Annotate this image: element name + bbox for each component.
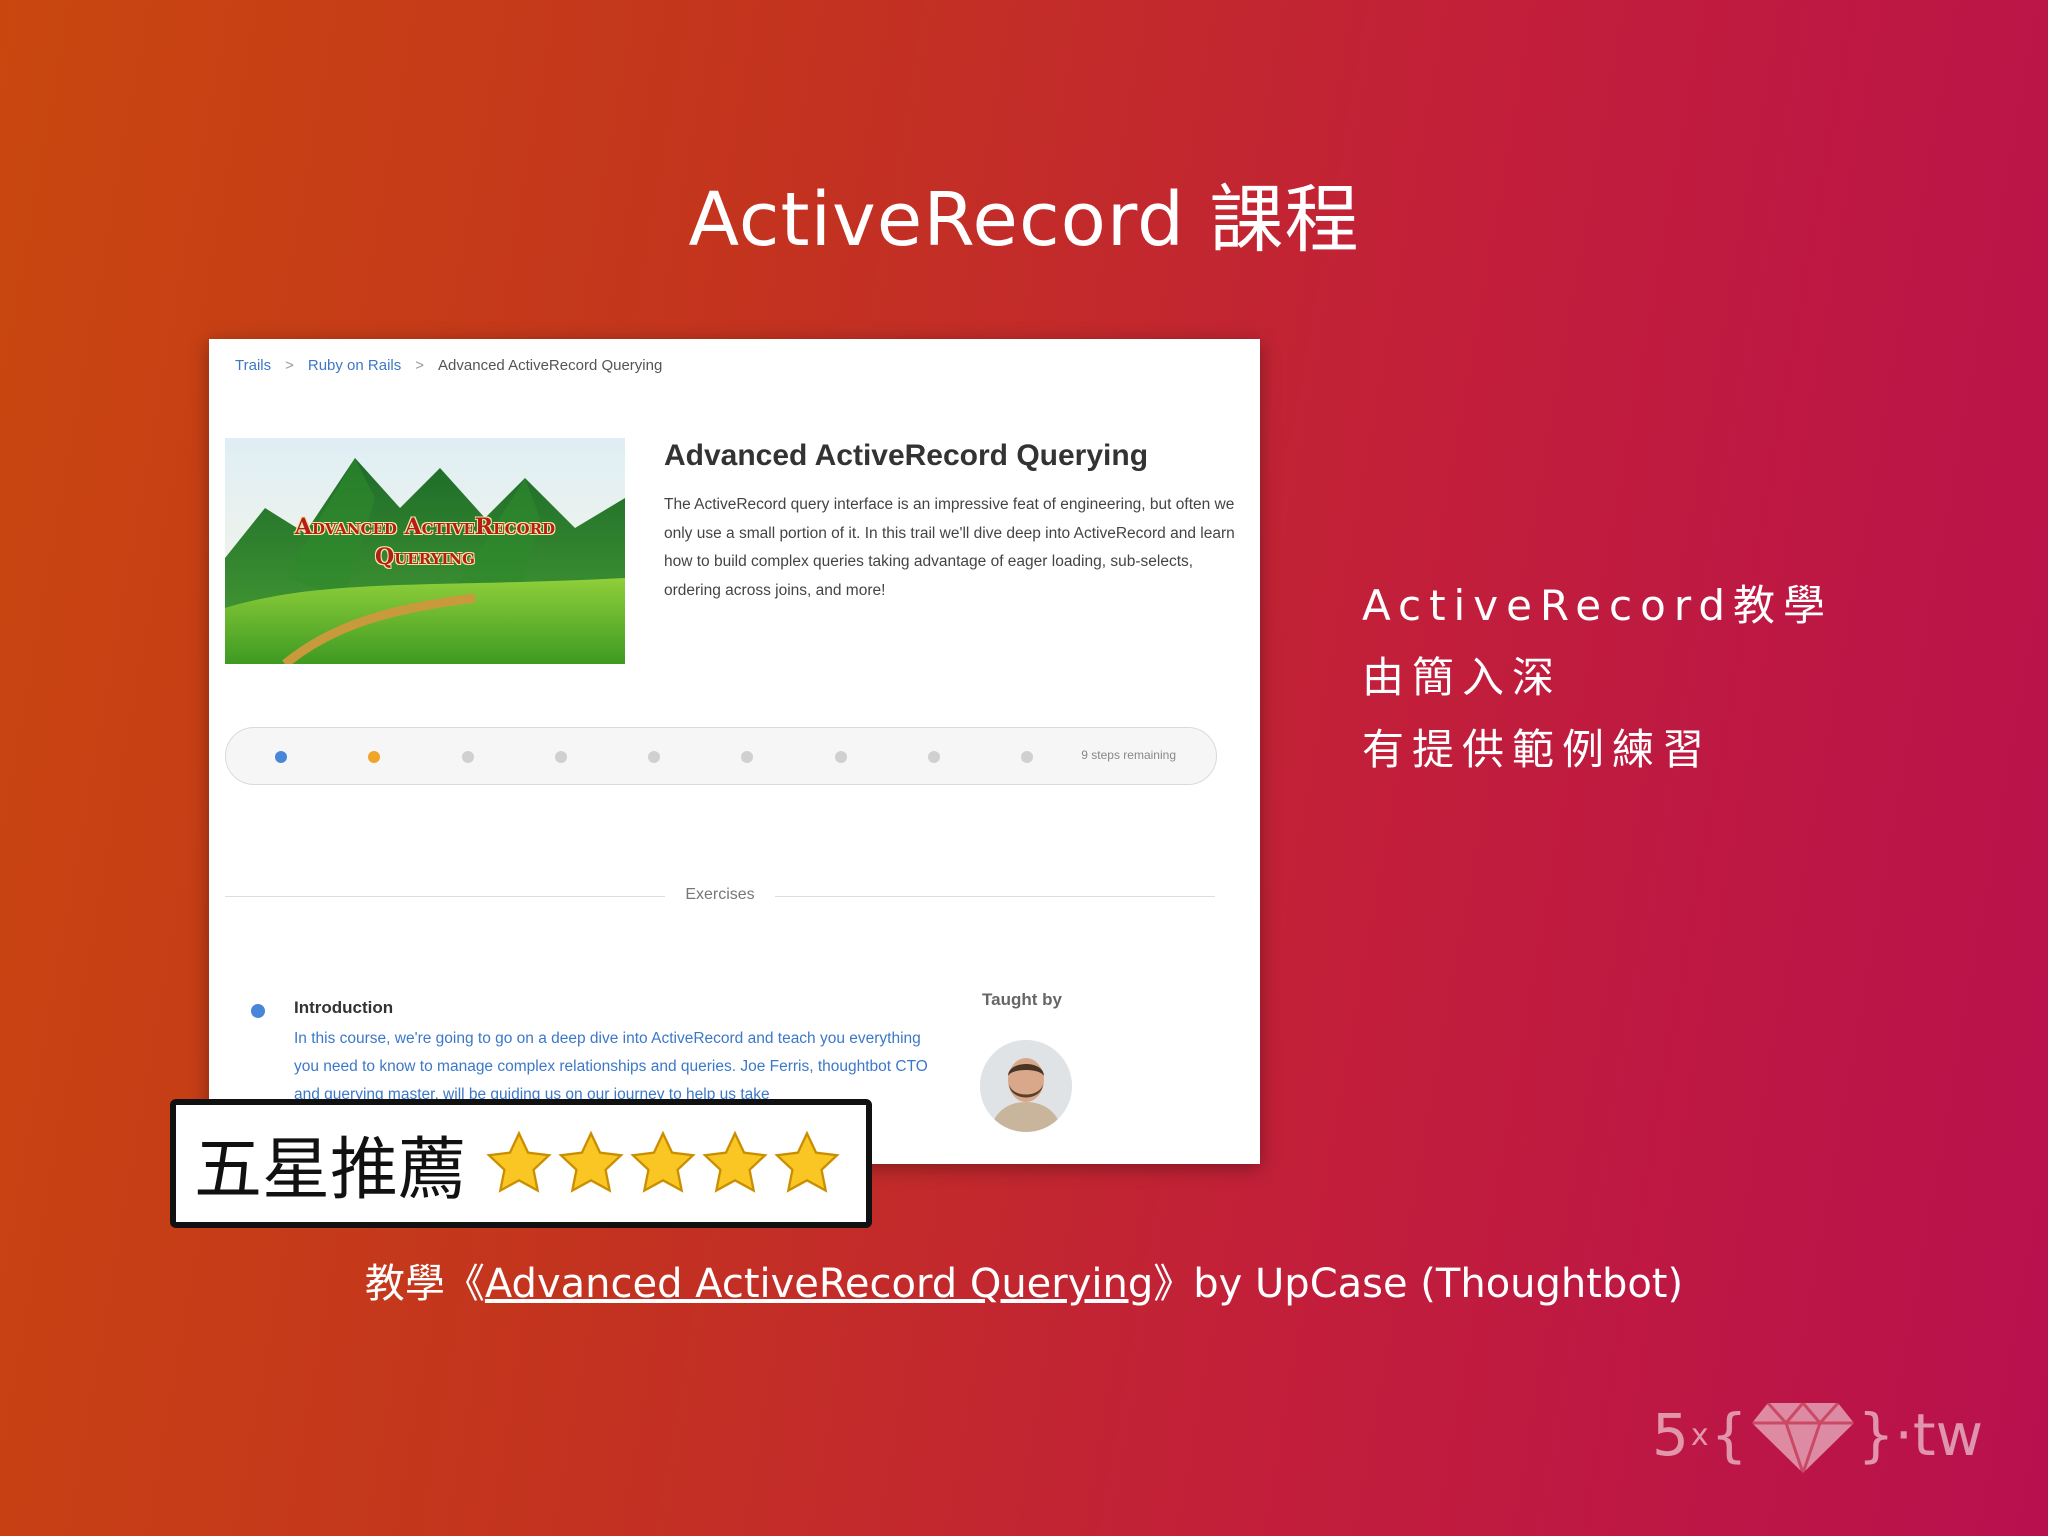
breadcrumb-trails[interactable]: Trails [235,357,271,374]
exercise-title[interactable]: Introduction [294,998,393,1018]
slide-title: ActiveRecord 課程 [688,177,1360,263]
step-dot[interactable] [1021,751,1033,763]
star-icon [558,1130,624,1193]
trail-progress-bar: 9 steps remaining [225,727,1217,785]
slide-caption: 教學《Advanced ActiveRecord Querying》by UpC… [0,1251,2048,1309]
step-dot[interactable] [555,751,567,763]
exercises-heading: Exercises [685,886,755,903]
star-icon [774,1130,840,1193]
star-icon [486,1130,552,1193]
cover-title: Advanced ActiveRecord Querying [294,514,556,570]
breadcrumb-separator: > [415,357,425,374]
site-logo: 5 x { } · tw [1652,1395,1983,1475]
taught-by-label: Taught by [982,990,1062,1009]
star-icon [702,1130,768,1193]
bullet-line: 有提供範例練習 [1362,725,1713,774]
exercise-description[interactable]: In this course, we're going to go on a d… [294,1025,944,1109]
bullet-line: ActiveRecord教學 [1362,581,1834,630]
person-icon [980,1040,1072,1132]
instructor-avatar[interactable] [980,1040,1072,1132]
rating-badge: 五星推薦 [170,1099,872,1228]
bullet-line: 由簡入深 [1362,653,1563,702]
divider [225,896,665,897]
step-dot[interactable] [648,751,660,763]
caption-prefix: 教學《 [364,1261,485,1307]
course-cover-image: Advanced ActiveRecord Querying [225,438,625,664]
course-link[interactable]: Advanced ActiveRecord Querying [485,1261,1153,1307]
rating-label: 五星推薦 [194,1131,467,1210]
step-dot[interactable] [462,751,474,763]
step-dot[interactable] [835,751,847,763]
star-icon [630,1130,696,1193]
caption-suffix: 》by UpCase (Thoughtbot) [1153,1261,1684,1307]
gem-icon [1751,1400,1854,1475]
breadcrumb-ruby-on-rails[interactable]: Ruby on Rails [308,357,401,374]
step-dot[interactable] [928,751,940,763]
steps-remaining: 9 steps remaining [1081,748,1176,762]
divider [775,896,1215,897]
course-title: Advanced ActiveRecord Querying [664,439,1149,472]
breadcrumb: Trails > Ruby on Rails > Advanced Active… [235,357,662,374]
slide-bullet-points: ActiveRecord教學 由簡入深 有提供範例練習 [1362,570,1833,786]
step-dot-current[interactable] [368,751,380,763]
step-dot[interactable] [741,751,753,763]
breadcrumb-current: Advanced ActiveRecord Querying [438,357,663,374]
star-rating [484,1129,842,1199]
step-dot-completed[interactable] [275,751,287,763]
course-description: The ActiveRecord query interface is an i… [664,496,1235,599]
exercise-status-dot [251,1004,265,1018]
breadcrumb-separator: > [285,357,294,374]
course-page-screenshot: Trails > Ruby on Rails > Advanced Active… [209,339,1260,1164]
